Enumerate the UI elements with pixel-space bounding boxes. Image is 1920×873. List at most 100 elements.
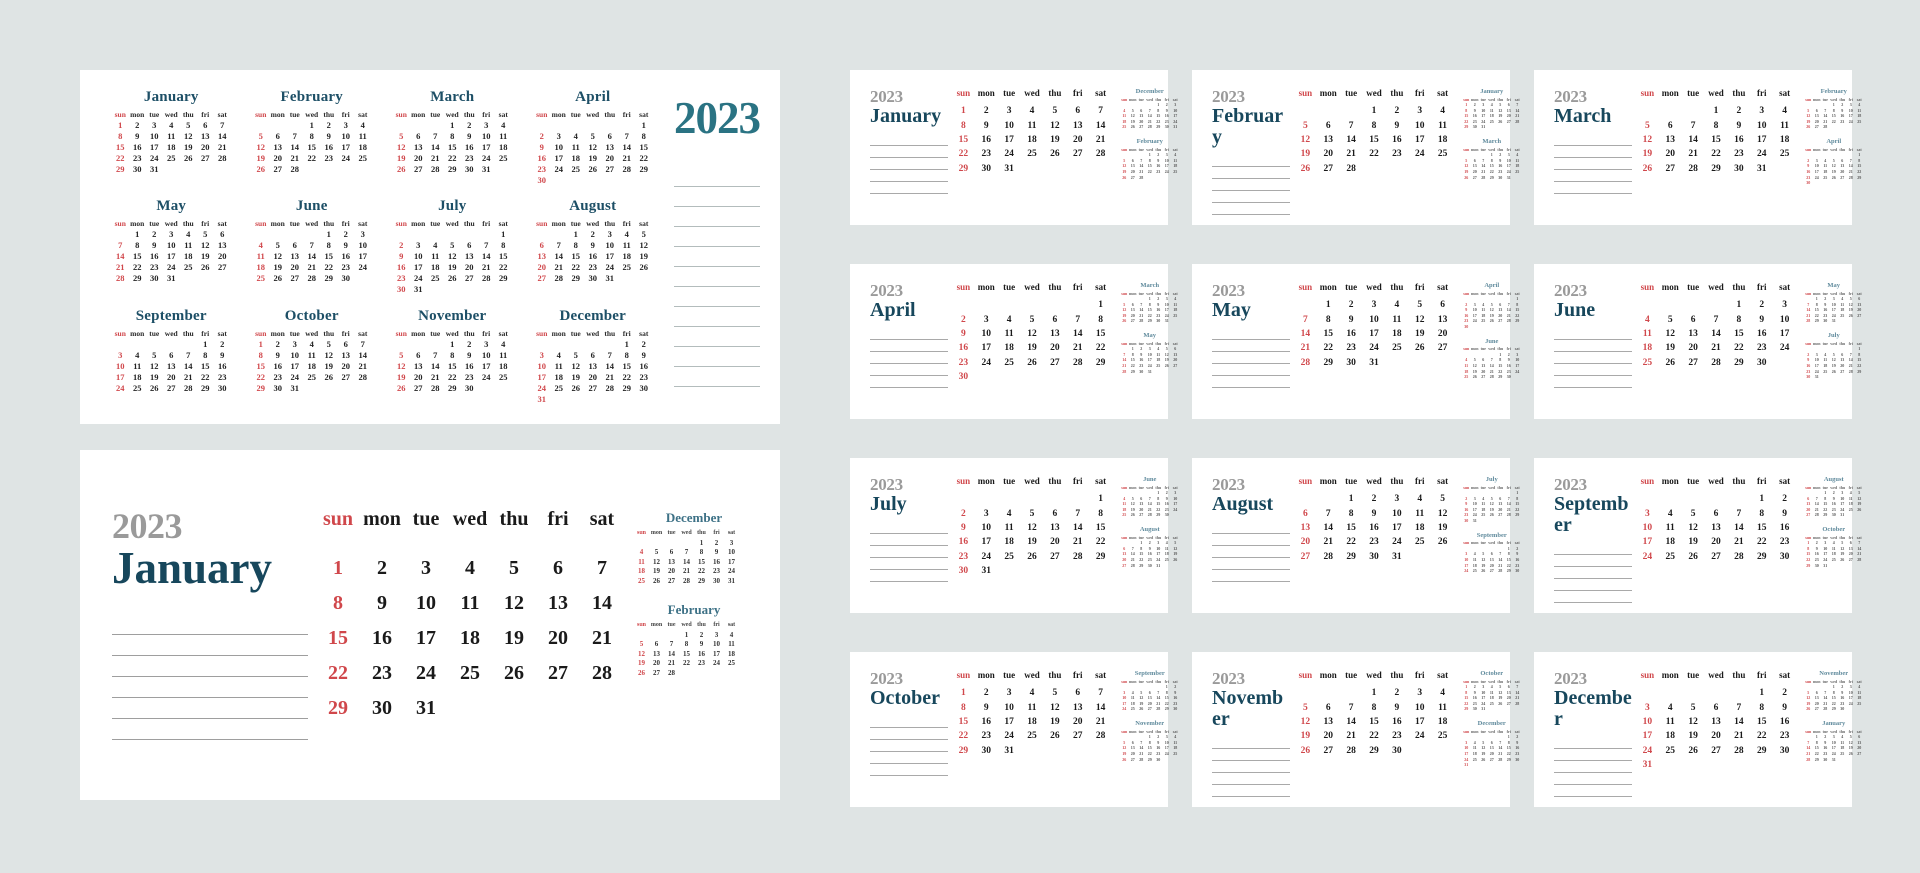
day-cell[interactable]: 6 <box>1317 700 1340 714</box>
day-cell[interactable]: 14 <box>1682 133 1705 147</box>
day-cell[interactable]: 14 <box>1089 118 1112 132</box>
day-cell[interactable]: 18 <box>1431 715 1454 729</box>
month-card[interactable]: 2023Marchsunmontuewedthufrisat...1234567… <box>1534 70 1862 225</box>
day-cell[interactable]: 25 <box>1636 356 1659 370</box>
note-line[interactable] <box>1212 534 1290 546</box>
day-cell[interactable]: 26 <box>1021 356 1044 370</box>
note-line[interactable] <box>1212 761 1290 773</box>
month-card-day-grid[interactable]: sunmontuewedthufrisat...1234567891011121… <box>1294 88 1454 176</box>
day-cell[interactable]: 21 <box>1066 341 1089 355</box>
day-cell[interactable]: 7 <box>1089 104 1112 118</box>
overview-month[interactable]: October sun mon tue wed thu fri sat 1 2 3 4 5 6 7 8 9 10 1… <box>245 308 380 414</box>
day-cell[interactable]: 28 <box>1089 729 1112 743</box>
note-line[interactable] <box>1212 364 1290 376</box>
note-line[interactable] <box>112 698 308 719</box>
day-cell[interactable]: 26 <box>1431 535 1454 549</box>
day-cell[interactable]: 15 <box>952 715 975 729</box>
day-cell[interactable]: 18 <box>1385 327 1408 341</box>
day-cell[interactable]: 29 <box>1089 356 1112 370</box>
day-cell[interactable]: 14 <box>1705 327 1728 341</box>
day-cell[interactable]: 29 <box>316 691 360 726</box>
day-cell[interactable]: 6 <box>1066 104 1089 118</box>
day-cell[interactable]: 19 <box>1294 729 1317 743</box>
note-line[interactable] <box>1212 352 1290 364</box>
day-cell[interactable]: 3 <box>1750 104 1773 118</box>
day-cell[interactable]: 21 <box>580 621 624 656</box>
note-line[interactable] <box>870 764 948 776</box>
day-cell[interactable]: 10 <box>1385 506 1408 520</box>
month-card[interactable]: 2023Februarysunmontuewedthufrisat...1234… <box>1192 70 1520 225</box>
day-cell[interactable]: 9 <box>952 327 975 341</box>
month-card-note-lines[interactable] <box>870 134 948 194</box>
day-cell[interactable]: 9 <box>360 586 404 621</box>
day-cell[interactable]: 31 <box>1385 550 1408 564</box>
day-cell[interactable]: 30 <box>975 744 998 758</box>
day-cell[interactable]: 17 <box>404 621 448 656</box>
month-card-note-lines[interactable] <box>1554 328 1632 388</box>
day-cell[interactable]: 10 <box>1408 118 1431 132</box>
month-card-note-lines[interactable] <box>1212 522 1290 582</box>
day-cell[interactable]: 15 <box>1363 715 1386 729</box>
day-cell[interactable]: 1 <box>1363 104 1386 118</box>
day-cell[interactable]: 24 <box>404 656 448 691</box>
day-cell[interactable]: 21 <box>1340 147 1363 161</box>
day-cell[interactable]: 14 <box>1294 327 1317 341</box>
day-cell[interactable]: 9 <box>1385 118 1408 132</box>
day-cell[interactable]: 31 <box>1750 162 1773 176</box>
day-cell[interactable]: 17 <box>975 535 998 549</box>
day-cell[interactable]: 24 <box>975 356 998 370</box>
day-cell[interactable]: 12 <box>1294 133 1317 147</box>
month-card-day-grid[interactable]: sun mon tue wed thu fri sat 1 2 3 4 5 6 7 8 9 10 11 12 13 14… <box>952 88 1112 176</box>
day-cell[interactable]: 11 <box>998 327 1021 341</box>
day-cell[interactable]: 26 <box>1021 550 1044 564</box>
day-cell[interactable]: 21 <box>1089 715 1112 729</box>
day-cell[interactable]: 6 <box>1705 506 1728 520</box>
day-cell[interactable]: 3 <box>1385 492 1408 506</box>
day-cell[interactable]: 30 <box>1773 550 1796 564</box>
note-line[interactable] <box>1554 591 1632 603</box>
day-cell[interactable]: 14 <box>1089 700 1112 714</box>
day-cell[interactable]: 10 <box>404 586 448 621</box>
day-cell[interactable]: 16 <box>1773 715 1796 729</box>
day-cell[interactable]: 22 <box>1317 341 1340 355</box>
day-cell[interactable]: 5 <box>1431 492 1454 506</box>
day-cell[interactable]: 13 <box>1317 133 1340 147</box>
day-cell[interactable]: 23 <box>1385 147 1408 161</box>
month-card-note-lines[interactable] <box>1554 737 1632 797</box>
day-cell[interactable]: 28 <box>1066 356 1089 370</box>
note-line[interactable] <box>112 719 308 740</box>
day-cell[interactable]: 22 <box>1750 729 1773 743</box>
note-line[interactable] <box>1554 134 1632 146</box>
day-cell[interactable]: 2 <box>1773 686 1796 700</box>
month-card[interactable]: 2023Septembersunmontuewedthufrisat.....1… <box>1534 458 1862 613</box>
note-line[interactable] <box>674 287 760 307</box>
day-cell[interactable]: 7 <box>1682 118 1705 132</box>
day-cell[interactable]: 5 <box>1021 312 1044 326</box>
day-cell[interactable]: 28 <box>1317 550 1340 564</box>
day-cell[interactable]: 15 <box>1750 521 1773 535</box>
day-cell[interactable]: 26 <box>1682 744 1705 758</box>
day-cell[interactable]: 8 <box>1363 118 1386 132</box>
day-cell[interactable]: 8 <box>1317 312 1340 326</box>
month-card[interactable]: 2023Maysunmontuewedthufrisat.12345678910… <box>1192 264 1520 419</box>
day-cell[interactable]: 15 <box>1705 133 1728 147</box>
month-card-day-grid[interactable]: sunmontuewedthufrisat......1234567891011… <box>952 476 1112 578</box>
day-cell[interactable]: 5 <box>1408 298 1431 312</box>
note-line[interactable] <box>870 352 948 364</box>
day-cell[interactable]: 17 <box>1408 133 1431 147</box>
day-cell[interactable]: 17 <box>1408 715 1431 729</box>
day-cell[interactable]: 30 <box>952 370 975 384</box>
day-cell[interactable]: 7 <box>1340 700 1363 714</box>
day-cell[interactable]: 2 <box>952 506 975 520</box>
note-line[interactable] <box>674 187 760 207</box>
day-cell[interactable]: 10 <box>1363 312 1386 326</box>
day-cell[interactable]: 6 <box>1431 298 1454 312</box>
day-cell[interactable]: 27 <box>1705 744 1728 758</box>
day-cell[interactable]: 13 <box>1682 327 1705 341</box>
day-cell[interactable]: 28 <box>1066 550 1089 564</box>
month-card[interactable]: 2023Aprilsunmontuewedthufrisat......1234… <box>850 264 1178 419</box>
overview-month[interactable]: Aprilsunmontuewedthufrisat......12345678… <box>526 90 661 195</box>
day-cell[interactable]: 18 <box>1021 133 1044 147</box>
day-cell[interactable]: 21 <box>1727 535 1750 549</box>
day-cell[interactable]: 13 <box>1705 715 1728 729</box>
